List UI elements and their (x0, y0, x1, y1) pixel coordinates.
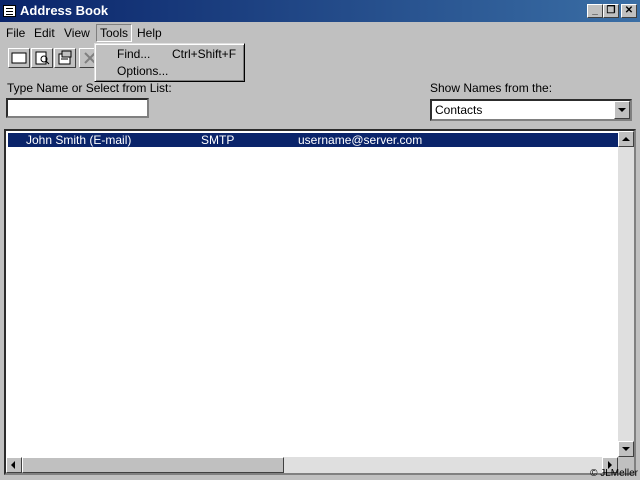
scroll-up-icon[interactable] (618, 131, 634, 147)
menu-view[interactable]: View (61, 25, 93, 41)
entry-address: username@server.com (298, 133, 423, 147)
title-bar: Address Book _ ❐ ✕ (0, 0, 640, 22)
show-names-select[interactable]: Contacts (430, 99, 632, 121)
find-label: Find... (117, 47, 151, 61)
find-people-button[interactable] (54, 48, 76, 68)
options-label: Options... (117, 64, 169, 78)
address-book-icon (3, 5, 16, 17)
entry-type: SMTP (201, 133, 235, 147)
menu-item-options[interactable]: Options... (97, 63, 242, 79)
search-input[interactable] (6, 98, 149, 118)
properties-button[interactable] (31, 48, 53, 68)
search-label: Type Name or Select from List: (7, 81, 172, 95)
scroll-left-icon[interactable] (6, 457, 22, 473)
window-title: Address Book (20, 3, 109, 18)
menu-file[interactable]: File (3, 25, 28, 41)
minimize-button[interactable]: _ (587, 4, 603, 18)
show-names-label: Show Names from the: (430, 81, 553, 95)
new-entry-button[interactable] (8, 48, 30, 68)
list-item[interactable]: John Smith (E-mail) SMTP username@server… (8, 133, 620, 147)
menu-edit[interactable]: Edit (31, 25, 58, 41)
chevron-down-icon[interactable] (614, 101, 630, 119)
new-card-icon (11, 52, 27, 64)
tools-dropdown-menu: Find... Ctrl+Shift+F Options... (94, 43, 245, 82)
scroll-down-icon[interactable] (618, 441, 634, 457)
horizontal-scroll-thumb[interactable] (22, 457, 284, 473)
menu-item-find[interactable]: Find... Ctrl+Shift+F (97, 46, 242, 62)
vertical-scrollbar[interactable] (618, 131, 634, 457)
close-button[interactable]: ✕ (621, 4, 637, 18)
menu-help[interactable]: Help (134, 25, 165, 41)
menu-bar: File Edit View Tools Help (0, 23, 640, 43)
address-list[interactable]: John Smith (E-mail) SMTP username@server… (4, 129, 636, 475)
entry-name: John Smith (E-mail) (26, 133, 132, 147)
menu-tools[interactable]: Tools (96, 24, 133, 42)
copyright-text: © JLMeller (590, 468, 638, 479)
restore-button[interactable]: ❐ (603, 4, 619, 18)
find-people-icon (58, 50, 72, 65)
properties-icon (35, 51, 50, 65)
find-shortcut: Ctrl+Shift+F (172, 47, 237, 61)
horizontal-scrollbar[interactable] (6, 457, 618, 473)
show-names-value: Contacts (435, 103, 483, 117)
